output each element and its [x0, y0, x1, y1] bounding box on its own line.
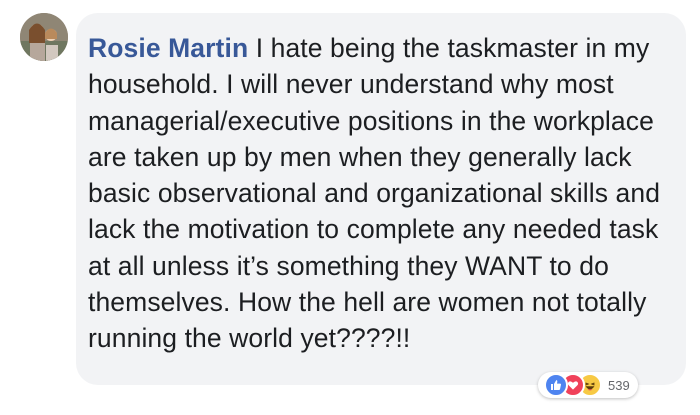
reaction-count: 539 [608, 377, 630, 393]
comment-bubble: Rosie Martin I hate being the taskmaster… [76, 13, 686, 385]
comment-body: Rosie Martin I hate being the taskmaster… [88, 30, 670, 357]
reactions-summary[interactable]: 539 [538, 372, 638, 398]
comment-text: I hate being the taskmaster in my househ… [88, 33, 661, 354]
like-icon [544, 373, 568, 397]
author-name-link[interactable]: Rosie Martin [88, 33, 248, 63]
avatar-photo [20, 13, 68, 61]
author-avatar[interactable] [20, 13, 68, 61]
